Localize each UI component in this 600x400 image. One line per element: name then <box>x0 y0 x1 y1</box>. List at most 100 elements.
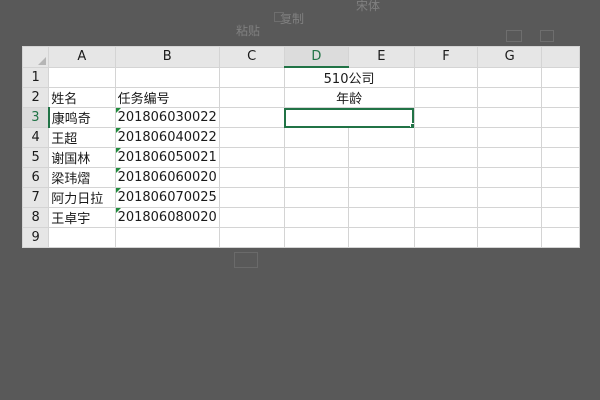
cell-d9[interactable] <box>283 227 350 248</box>
cell-h3[interactable] <box>541 107 580 128</box>
active-cell[interactable] <box>283 107 415 128</box>
cell-g7[interactable] <box>477 187 543 208</box>
cell-e4[interactable] <box>348 127 415 148</box>
row-header[interactable]: 3 <box>22 107 50 128</box>
task-cell[interactable]: 201806040022 <box>114 127 220 148</box>
name-cell[interactable]: 梁玮熠 <box>48 167 116 188</box>
text-number-indicator-icon <box>116 168 121 173</box>
cell-d6[interactable] <box>283 167 350 188</box>
cell-a1[interactable] <box>48 66 116 88</box>
cell-h5[interactable] <box>541 147 580 168</box>
font-name[interactable]: 宋体 <box>356 0 380 14</box>
name-cell[interactable]: 康鸣奇 <box>48 107 116 128</box>
row-header[interactable]: 9 <box>22 227 50 248</box>
cell-f6[interactable] <box>413 167 479 188</box>
column-header-g[interactable]: G <box>477 46 543 68</box>
cell-c4[interactable] <box>218 127 285 148</box>
column-header-a[interactable]: A <box>48 46 116 68</box>
column-header-b[interactable]: B <box>114 46 220 68</box>
cell-e9[interactable] <box>348 227 415 248</box>
name-cell[interactable]: 王卓宇 <box>48 207 116 228</box>
cell-e8[interactable] <box>348 207 415 228</box>
cell-g6[interactable] <box>477 167 543 188</box>
header-name-cell[interactable]: 姓名 <box>48 87 116 108</box>
cell-b9[interactable] <box>114 227 220 248</box>
cell-b1[interactable] <box>114 66 220 88</box>
cell-c8[interactable] <box>218 207 285 228</box>
column-header-f[interactable]: F <box>413 46 479 68</box>
sheet-grid[interactable]: A B C D E F G 1 510公司 2 姓名 任务编号 年龄 3 康鸣奇… <box>22 46 580 248</box>
row-header[interactable]: 4 <box>22 127 50 148</box>
cell-c7[interactable] <box>218 187 285 208</box>
cell-f5[interactable] <box>413 147 479 168</box>
row-header[interactable]: 1 <box>22 66 50 88</box>
column-header-e[interactable]: E <box>348 46 415 68</box>
cell-g4[interactable] <box>477 127 543 148</box>
task-cell[interactable]: 201806050021 <box>114 147 220 168</box>
cell-h7[interactable] <box>541 187 580 208</box>
header-task-cell[interactable]: 任务编号 <box>114 87 220 108</box>
cell-c2[interactable] <box>218 87 285 108</box>
task-cell[interactable]: 201806030022 <box>114 107 220 128</box>
sheet-row-2: 2 姓名 任务编号 年龄 <box>22 87 580 108</box>
cell-d8[interactable] <box>283 207 350 228</box>
row-header[interactable]: 6 <box>22 167 50 188</box>
cell-f4[interactable] <box>413 127 479 148</box>
cell-h2[interactable] <box>541 87 580 108</box>
row-header[interactable]: 2 <box>22 87 50 108</box>
name-cell[interactable]: 王超 <box>48 127 116 148</box>
cell-c5[interactable] <box>218 147 285 168</box>
ribbon-background: 粘贴 复制 宋体 <box>0 0 600 268</box>
row-header[interactable]: 7 <box>22 187 50 208</box>
column-header-h[interactable] <box>541 46 580 68</box>
cell-f3[interactable] <box>413 107 479 128</box>
cell-h6[interactable] <box>541 167 580 188</box>
cell-c6[interactable] <box>218 167 285 188</box>
cell-f8[interactable] <box>413 207 479 228</box>
cell-g2[interactable] <box>477 87 543 108</box>
spreadsheet[interactable]: A B C D E F G 1 510公司 2 姓名 任务编号 年龄 3 康鸣奇… <box>22 46 580 248</box>
cell-e6[interactable] <box>348 167 415 188</box>
cell-f7[interactable] <box>413 187 479 208</box>
cell-a9[interactable] <box>48 227 116 248</box>
cell-d5[interactable] <box>283 147 350 168</box>
task-cell[interactable]: 201806080020 <box>114 207 220 228</box>
cell-g3[interactable] <box>477 107 543 128</box>
row-header[interactable]: 5 <box>22 147 50 168</box>
merged-title-cell[interactable]: 510公司 <box>283 66 415 88</box>
text-number-indicator-icon <box>116 108 121 113</box>
name-cell[interactable]: 谢国林 <box>48 147 116 168</box>
cell-h9[interactable] <box>541 227 580 248</box>
text-number-indicator-icon <box>116 148 121 153</box>
age-header-cell[interactable]: 年龄 <box>283 87 415 108</box>
column-header-row: A B C D E F G <box>22 46 580 68</box>
cell-e5[interactable] <box>348 147 415 168</box>
text-number-indicator-icon <box>116 188 121 193</box>
cell-g5[interactable] <box>477 147 543 168</box>
cell-e7[interactable] <box>348 187 415 208</box>
cell-g9[interactable] <box>477 227 543 248</box>
task-value: 201806050021 <box>117 150 217 165</box>
paste-label[interactable]: 粘贴 <box>236 22 260 39</box>
cell-c3[interactable] <box>218 107 285 128</box>
cell-g1[interactable] <box>477 66 543 88</box>
cell-c1[interactable] <box>218 66 285 88</box>
name-cell[interactable]: 阿力日拉 <box>48 187 116 208</box>
task-cell[interactable]: 201806060020 <box>114 167 220 188</box>
column-header-d[interactable]: D <box>283 46 350 68</box>
cell-f2[interactable] <box>413 87 479 108</box>
cell-c9[interactable] <box>218 227 285 248</box>
cell-d7[interactable] <box>283 187 350 208</box>
select-all-corner[interactable] <box>22 46 50 68</box>
row-header[interactable]: 8 <box>22 207 50 228</box>
task-cell[interactable]: 201806070025 <box>114 187 220 208</box>
cell-h1[interactable] <box>541 66 580 88</box>
cell-d4[interactable] <box>283 127 350 148</box>
cell-h8[interactable] <box>541 207 580 228</box>
cell-g8[interactable] <box>477 207 543 228</box>
column-header-c[interactable]: C <box>218 46 285 68</box>
sheet-row-9: 9 <box>22 227 580 248</box>
cell-f9[interactable] <box>413 227 479 248</box>
cell-f1[interactable] <box>413 66 479 88</box>
cell-h4[interactable] <box>541 127 580 148</box>
